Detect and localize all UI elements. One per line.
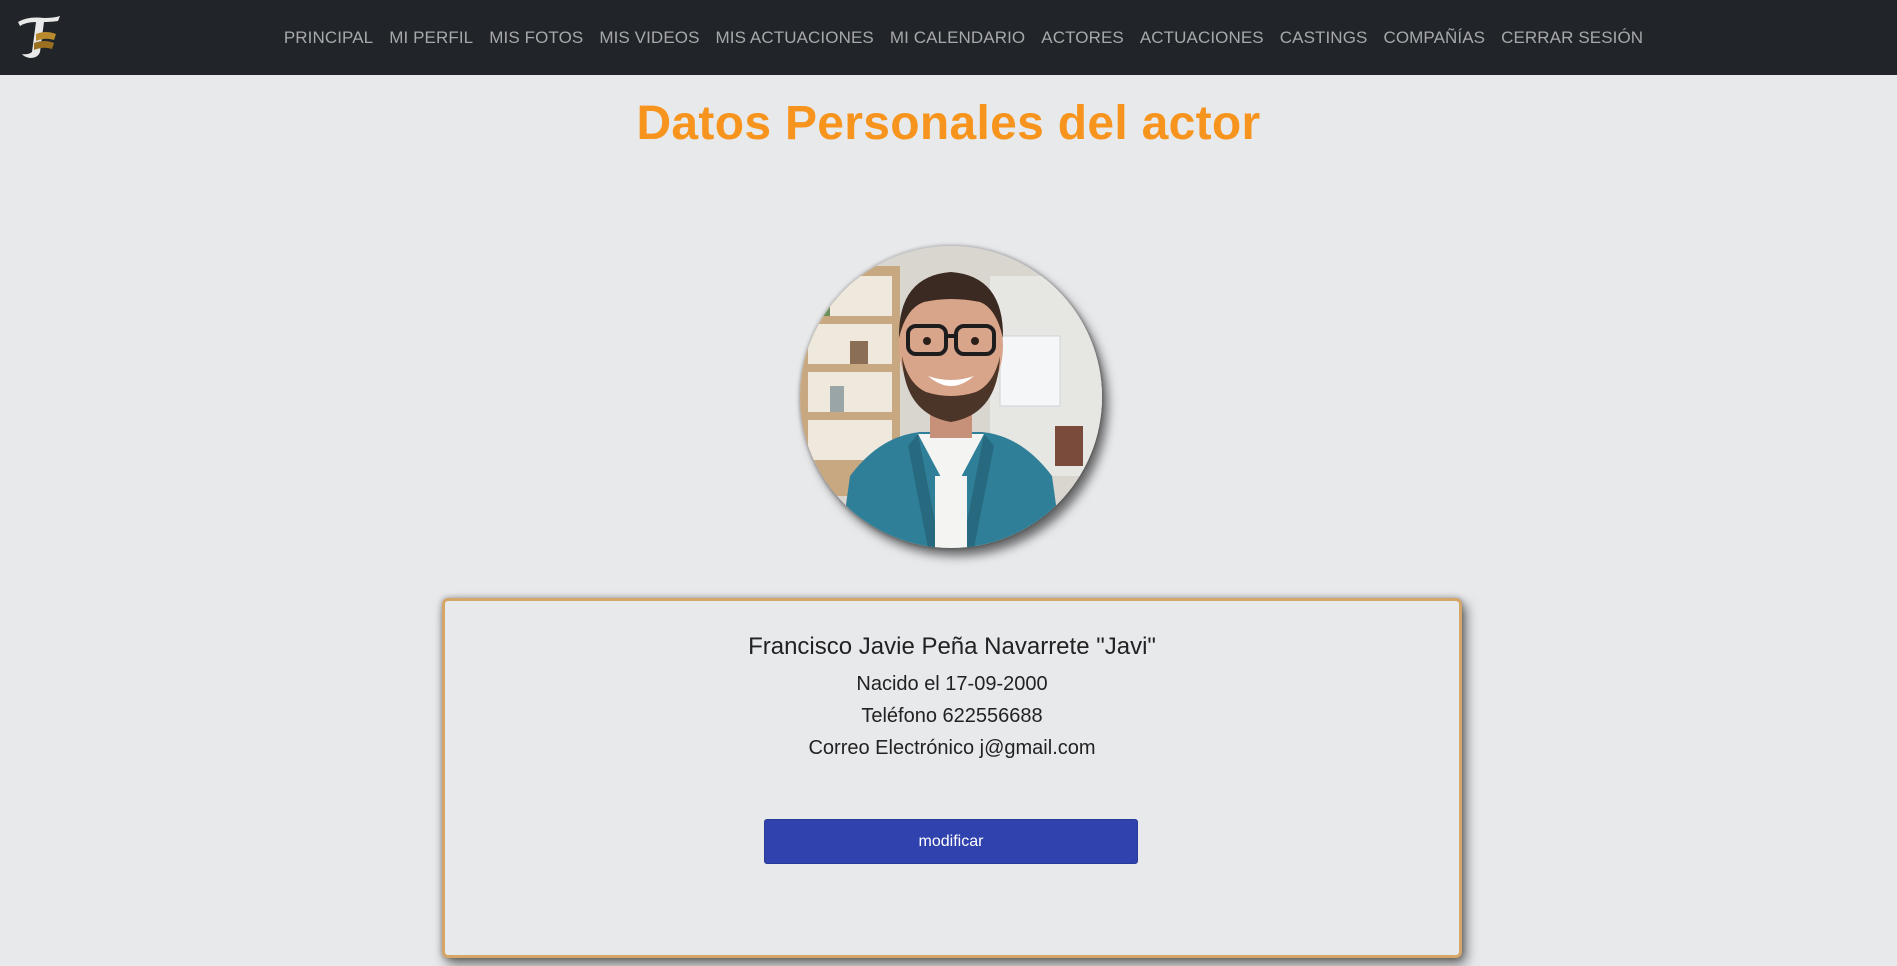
nav-item-cerrar-sesion[interactable]: CERRAR SESIÓN	[1493, 28, 1651, 48]
profile-photo-image	[800, 246, 1102, 548]
actor-info-card: Francisco Javie Peña Navarrete "Javi" Na…	[442, 598, 1462, 958]
nav-item-mis-videos[interactable]: MIS VIDEOS	[591, 28, 707, 48]
nav-item-mi-perfil[interactable]: MI PERFIL	[381, 28, 481, 48]
nav-item-principal[interactable]: PRINCIPAL	[276, 28, 381, 48]
nav-item-companias[interactable]: COMPAÑÍAS	[1375, 28, 1493, 48]
nav-item-actores[interactable]: ACTORES	[1033, 28, 1132, 48]
nav-item-castings[interactable]: CASTINGS	[1272, 28, 1376, 48]
nav-menu: PRINCIPAL MI PERFIL MIS FOTOS MIS VIDEOS…	[0, 0, 1897, 75]
profile-photo	[800, 246, 1102, 548]
nav-item-mis-actuaciones[interactable]: MIS ACTUACIONES	[708, 28, 882, 48]
actor-name: Francisco Javie Peña Navarrete "Javi"	[748, 633, 1156, 660]
top-navbar: PRINCIPAL MI PERFIL MIS FOTOS MIS VIDEOS…	[0, 0, 1897, 75]
phone-number: Teléfono 622556688	[861, 705, 1043, 727]
email-address: Correo Electrónico j@gmail.com	[808, 737, 1096, 759]
birth-date: Nacido el 17-09-2000	[856, 673, 1048, 695]
modify-button[interactable]: modificar	[764, 819, 1138, 864]
nav-item-mi-calendario[interactable]: MI CALENDARIO	[882, 28, 1033, 48]
nav-item-mis-fotos[interactable]: MIS FOTOS	[481, 28, 591, 48]
page-title: Datos Personales del actor	[636, 97, 1261, 150]
nav-item-actuaciones[interactable]: ACTUACIONES	[1132, 28, 1272, 48]
